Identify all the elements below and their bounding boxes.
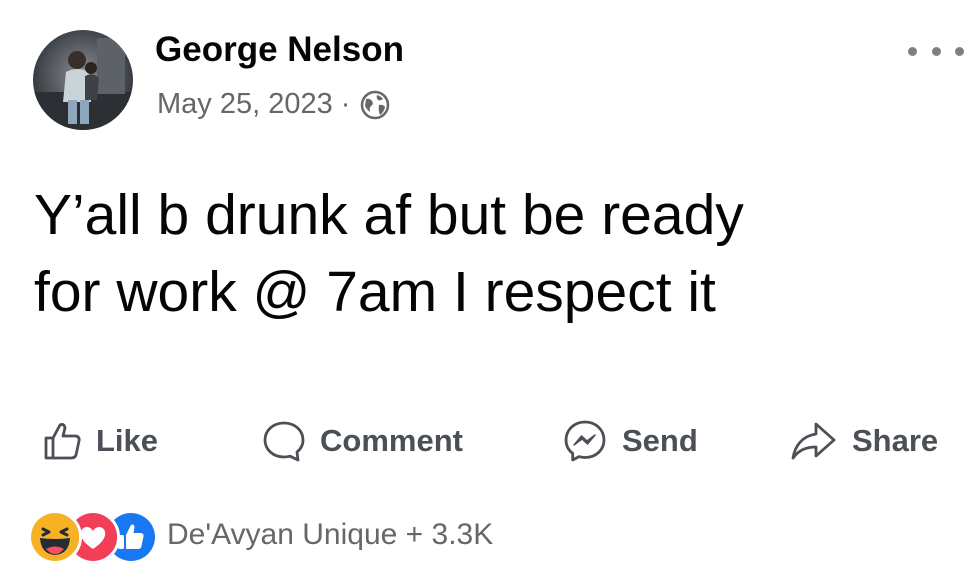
dot bbox=[931, 46, 941, 56]
reactions-summary[interactable]: De'Avyan Unique + 3.3K bbox=[28, 507, 493, 564]
dot bbox=[908, 46, 917, 56]
like-label: Like bbox=[96, 423, 159, 458]
share-button[interactable]: Share bbox=[788, 410, 938, 472]
share-label: Share bbox=[852, 423, 939, 458]
author-avatar[interactable] bbox=[33, 30, 133, 130]
messenger-icon bbox=[560, 416, 610, 466]
meta-separator: · bbox=[340, 88, 351, 120]
send-button[interactable]: Send bbox=[560, 410, 698, 472]
post-text: Y’all b drunk af but be ready for work @… bbox=[34, 183, 744, 324]
globe-icon[interactable] bbox=[360, 90, 390, 120]
author-name[interactable]: George Nelson bbox=[155, 30, 404, 70]
post-meta: May 25, 2023 · bbox=[157, 88, 390, 121]
like-button[interactable]: Like bbox=[40, 410, 158, 472]
reaction-icons bbox=[28, 510, 163, 564]
post-actions-bar: Like Comment Send Share bbox=[0, 410, 979, 472]
dot bbox=[955, 46, 964, 56]
comment-label: Comment bbox=[320, 423, 463, 458]
comment-button[interactable]: Comment bbox=[260, 410, 463, 472]
more-options-icon[interactable] bbox=[908, 36, 964, 66]
thumbs-up-icon bbox=[40, 419, 84, 463]
haha-reaction-icon bbox=[28, 510, 82, 564]
comment-icon bbox=[260, 417, 308, 465]
reactions-count[interactable]: De'Avyan Unique + 3.3K bbox=[167, 518, 493, 552]
post-date[interactable]: May 25, 2023 bbox=[157, 88, 333, 121]
post-card: George Nelson May 25, 2023 · Y’all b dru… bbox=[0, 0, 979, 568]
share-arrow-icon bbox=[788, 418, 840, 464]
send-label: Send bbox=[622, 423, 698, 458]
